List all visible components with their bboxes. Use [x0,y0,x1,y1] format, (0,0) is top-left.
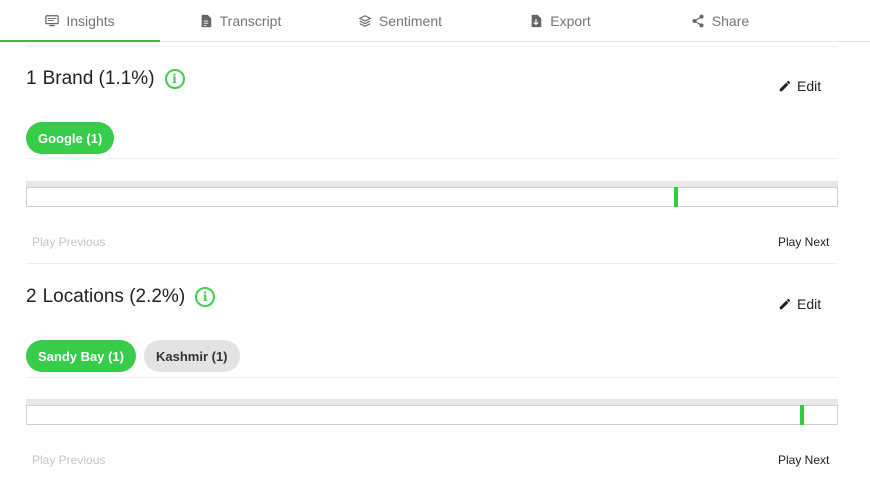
chip-kashmir[interactable]: Kashmir (1) [143,340,240,372]
tab-insights[interactable]: Insights [0,0,160,42]
section-count: 2 [26,286,37,307]
timeline-marker[interactable] [674,187,678,207]
edit-brand-button[interactable]: Edit [778,78,821,94]
timeline-marker[interactable] [800,405,804,425]
monitor-icon [45,14,60,28]
edit-label: Edit [797,296,822,312]
tab-label: Insights [66,12,115,29]
chip-google[interactable]: Google (1) [26,122,115,154]
timeline-track[interactable] [26,405,838,425]
section-count: 1 [26,68,37,89]
play-next-button[interactable]: Play Next [778,453,829,467]
section-divider [26,263,838,264]
tab-export[interactable]: Export [480,0,640,41]
section-divider [26,158,838,159]
info-icon[interactable]: i [195,287,216,307]
play-next-button[interactable]: Play Next [778,235,829,249]
tab-label: Transcript [219,12,282,29]
play-previous-button[interactable]: Play Previous [32,453,105,467]
tab-sentiment[interactable]: Sentiment [320,0,480,41]
edit-locations-button[interactable]: Edit [778,296,821,312]
chip-sandy-bay[interactable]: Sandy Bay (1) [26,340,136,372]
tab-label: Export [550,12,591,29]
section-divider [26,377,838,378]
play-previous-button[interactable]: Play Previous [32,235,105,249]
download-file-icon [529,14,543,28]
pencil-icon [779,80,791,92]
section-title: Locations (2.2%) [42,286,186,307]
timeline-track[interactable] [26,187,838,207]
document-icon [199,14,213,28]
timeline-brand [26,181,838,207]
share-icon [691,14,705,28]
section-heading-locations: 2 Locations (2.2%) i [26,286,216,308]
chip-list-brand: Google (1) [26,122,115,154]
pencil-icon [779,298,791,310]
tab-share[interactable]: Share [640,0,800,41]
tab-transcript[interactable]: Transcript [160,0,320,41]
timeline-locations [26,399,838,425]
layers-icon [358,14,372,28]
tab-label: Sentiment [378,12,443,29]
chip-list-locations: Sandy Bay (1) Kashmir (1) [26,340,240,372]
info-icon[interactable]: i [164,69,185,89]
edit-label: Edit [797,78,822,94]
tab-label: Share [711,12,750,29]
section-heading-brand: 1 Brand (1.1%) i [26,68,185,90]
section-title: Brand (1.1%) [42,68,155,89]
tab-bar: Insights Transcript Sentiment Export Sha… [0,0,870,42]
section-divider [26,46,838,47]
